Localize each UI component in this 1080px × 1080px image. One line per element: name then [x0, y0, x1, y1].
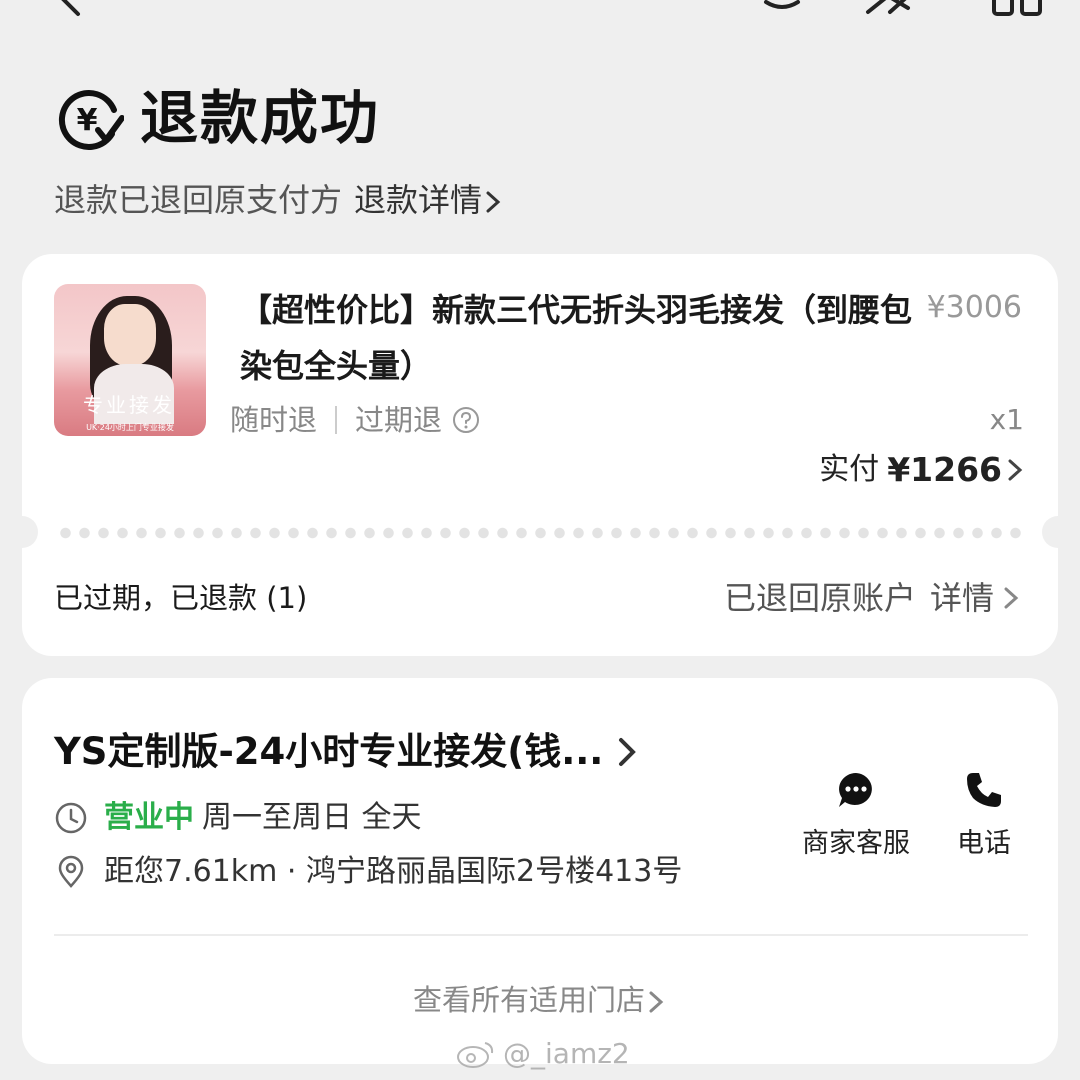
order-card: 专业接发 UK·24小时上门专业接发 【超性价比】新款三代无折头羽毛接发（到腰包…	[6, 254, 1074, 656]
refund-status: 已过期，已退款 (1)	[54, 581, 308, 615]
all-stores-link[interactable]: 查看所有适用门店	[22, 978, 1058, 1022]
refund-subtitle: 退款已退回原支付方 退款详情	[54, 178, 504, 222]
refund-tags: 随时退 过期退	[230, 400, 480, 440]
more-grid-icon[interactable]	[990, 0, 1046, 18]
product-title[interactable]: 【超性价比】新款三代无折头羽毛接发（到腰包染包全头量）	[240, 282, 920, 394]
watermark-text: @_iamz2	[503, 1037, 630, 1070]
refund-subtitle-text: 退款已退回原支付方	[54, 181, 343, 219]
chevron-right-icon	[1008, 459, 1023, 481]
chevron-right-icon	[649, 991, 664, 1013]
clock-icon	[55, 802, 87, 834]
chevron-right-icon	[619, 738, 637, 766]
refund-success-icon: ¥	[58, 90, 124, 150]
svg-text:¥: ¥	[77, 103, 98, 138]
phone-button[interactable]: 电话	[946, 770, 1022, 864]
thumbnail-tagline: UK·24小时上门专业接发	[86, 423, 174, 432]
phone-icon	[967, 773, 1001, 807]
tag-divider	[335, 406, 338, 434]
store-address: 距您7.61km · 鸿宁路丽晶国际2号楼413号	[104, 854, 683, 889]
business-hours: 周一至周日 全天	[202, 800, 422, 835]
page-title: 退款成功	[140, 84, 381, 152]
store-name: YS定制版-24小时专业接发(钱...	[54, 730, 604, 773]
top-bar	[0, 0, 1080, 20]
chevron-right-icon	[486, 191, 501, 213]
paid-amount-row[interactable]: 实付 ¥1266	[819, 448, 1024, 492]
quantity: x1	[989, 403, 1024, 436]
address-row[interactable]: 距您7.61km · 鸿宁路丽晶国际2号楼413号	[54, 850, 682, 894]
card-notch-left	[6, 516, 38, 548]
store-card: YS定制版-24小时专业接发(钱... 营业中 周一至周日 全天 距您7.61k…	[22, 678, 1058, 1064]
chevron-right-icon	[1004, 587, 1019, 609]
paid-amount: ¥1266	[887, 450, 1002, 489]
refund-detail-label: 退款详情	[354, 181, 483, 219]
help-icon[interactable]	[452, 406, 480, 434]
merchant-service-label: 商家客服	[802, 828, 910, 859]
divider	[54, 934, 1028, 936]
refund-destination-row[interactable]: 已退回原账户 详情	[724, 574, 1024, 622]
original-price: ¥3006	[926, 290, 1022, 325]
thumbnail-banner: 专业接发	[83, 393, 175, 417]
merchant-service-button[interactable]: 商家客服	[798, 770, 914, 864]
refund-detail-link: 详情	[929, 579, 994, 617]
refund-destination: 已退回原账户	[723, 579, 916, 617]
weibo-watermark: @_iamz2	[455, 1034, 630, 1074]
paid-label: 实付	[819, 452, 880, 487]
open-status: 营业中	[104, 800, 194, 835]
location-pin-icon	[58, 855, 84, 888]
share-icon[interactable]	[862, 0, 914, 18]
tag-expired-refund: 过期退	[355, 403, 443, 437]
headset-icon[interactable]	[760, 0, 804, 18]
refund-detail-link[interactable]: 退款详情	[354, 181, 504, 219]
tag-anytime-refund: 随时退	[230, 403, 318, 437]
all-stores-label: 查看所有适用门店	[412, 983, 645, 1017]
dotted-divider	[56, 526, 1022, 540]
card-notch-right	[1042, 516, 1074, 548]
product-thumbnail[interactable]: 专业接发 UK·24小时上门专业接发	[54, 284, 206, 436]
weibo-logo-icon	[457, 1042, 494, 1068]
chat-bubble-icon	[839, 773, 872, 807]
business-hours-row: 营业中 周一至周日 全天	[54, 796, 422, 840]
store-name-row[interactable]: YS定制版-24小时专业接发(钱...	[54, 724, 643, 780]
phone-label: 电话	[957, 828, 1011, 859]
back-arrow-icon[interactable]	[50, 0, 90, 18]
